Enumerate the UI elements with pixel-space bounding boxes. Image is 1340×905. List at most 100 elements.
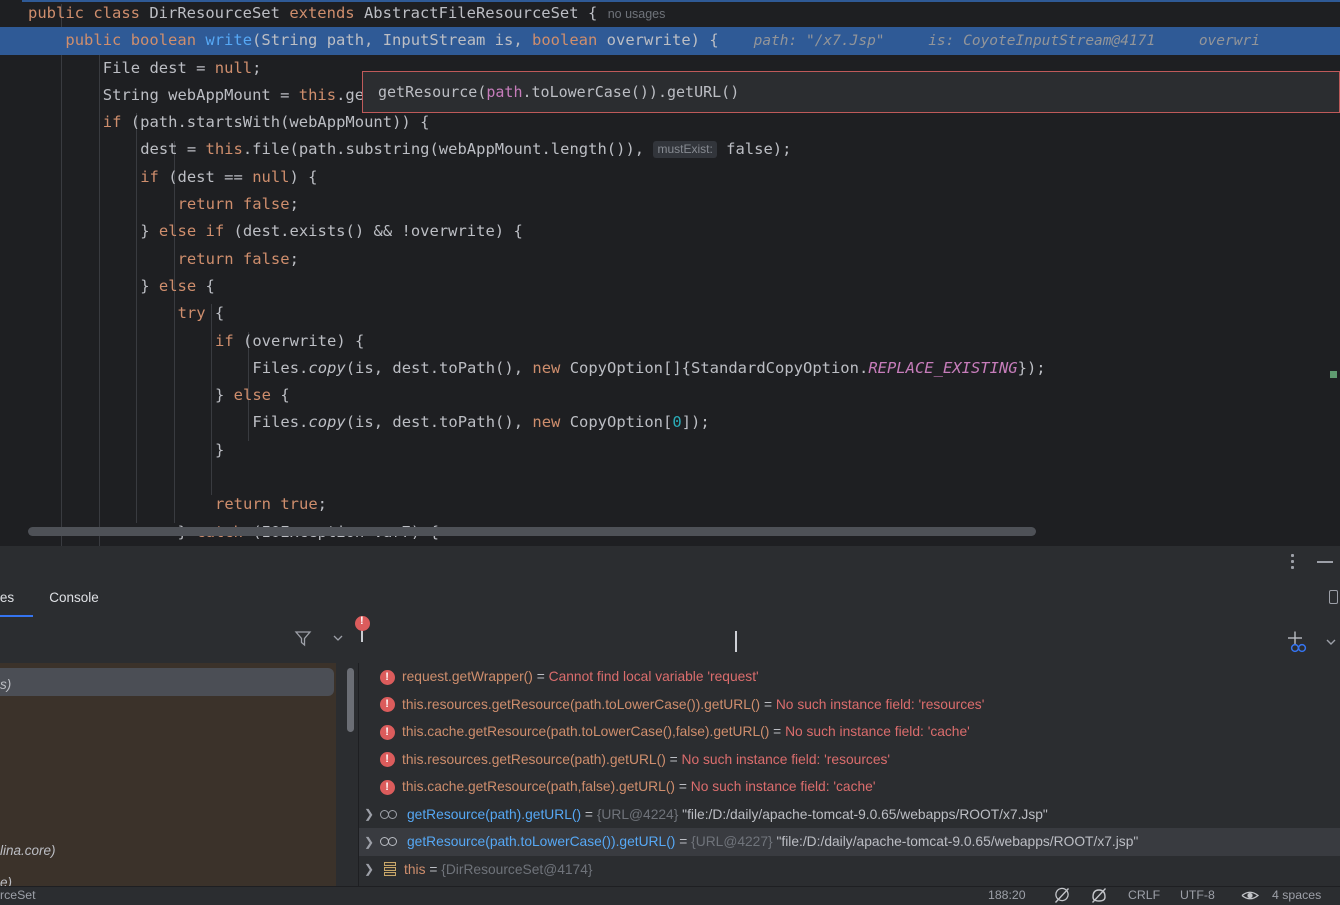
add-watch-icon[interactable] [1285,631,1309,653]
code-line[interactable]: public class DirResourceSet extends Abst… [0,0,1340,27]
code-line[interactable]: } [0,437,1340,464]
layout-settings-icon[interactable] [1329,590,1338,604]
watch-value: No such instance field: 'resources' [775,696,985,712]
code-token: ) { [289,167,318,186]
no-read-only-icon[interactable] [1053,886,1071,905]
frames-panel[interactable]: s) lina.core) e) [0,663,336,886]
code-token: class [93,4,150,22]
arrow-placeholder: ❯ [359,719,379,747]
code-line[interactable]: Files.copy(is, dest.toPath(), new CopyOp… [0,409,1340,436]
filter-icon[interactable] [294,629,312,647]
watch-row[interactable]: ❯ getResource(path).getURL() = {URL@4224}… [359,801,1340,829]
code-token: else [158,276,206,295]
code-line[interactable]: dest = this.file(path.substring(webAppMo… [0,136,1340,163]
code-token: try [177,304,215,323]
watch-row[interactable]: ❯ this.resources.getResource(path.toLower… [359,691,1340,719]
equals-separator: = [675,834,692,849]
watch-row[interactable]: ❯ this.cache.getResource(path,false).getU… [359,773,1340,801]
evaluate-toolbar [0,617,1340,659]
equals-separator: = [769,724,786,739]
code-token: (dest.exists() && !overwrite) { [233,222,523,241]
watch-value: No such instance field: 'resources' [681,751,891,767]
code-line[interactable]: } else { [0,382,1340,409]
arrow-placeholder: ❯ [359,664,379,692]
editor-horizontal-scrollbar[interactable] [28,527,1036,536]
frame-row[interactable]: lina.core) [0,843,56,858]
status-bar: rceSet 188:20 CRLF UTF-8 4 spaces [0,886,1340,905]
code-token: String path, InputStream is, [261,31,533,50]
code-token: if [215,331,243,350]
expand-arrow-icon[interactable]: ❯ [359,829,379,857]
frame-selected-row[interactable] [0,668,334,696]
code-line[interactable]: return false; [0,246,1340,273]
code-line[interactable]: return false; [0,191,1340,218]
equals-separator: = [581,806,597,822]
code-token: } [140,276,159,295]
tab-strip: les Console [0,578,1340,617]
watch-expression-name: request.getWrapper() [402,669,533,684]
inline-debug-hint[interactable]: path: "/x7.Jsp" [719,33,885,49]
watch-row[interactable]: ❯ getResource(path.toLowerCase()).getURL(… [359,828,1340,856]
watch-row[interactable]: ❯ this.cache.getResource(path.toLowerCase… [359,718,1340,746]
watch-row[interactable]: ❯ request.getWrapper() = Cannot find loca… [359,663,1340,691]
error-breakpoint-icon[interactable] [355,615,370,631]
code-line[interactable]: Files.copy(is, dest.toPath(), new CopyOp… [0,355,1340,382]
reader-mode-icon[interactable] [1240,886,1260,905]
frame-row[interactable]: e) [0,875,12,886]
watch-value: Cannot find local variable 'request' [548,669,759,684]
code-line[interactable]: try { [0,300,1340,327]
code-line[interactable]: if (path.startsWith(webAppMount)) { [0,109,1340,136]
code-line[interactable]: } else if (dest.exists() && !overwrite) … [0,218,1340,245]
code-token: public [65,31,131,50]
code-token: { [587,4,598,22]
expand-arrow-icon[interactable]: ❯ [359,801,379,829]
minimize-icon[interactable] [1317,561,1333,563]
expression-history-chevron-icon[interactable] [1326,637,1336,647]
status-caret-position[interactable]: 188:20 [988,886,1026,905]
watches-tree[interactable]: ❯ request.getWrapper() = Cannot find loca… [359,663,1340,886]
code-token: null [214,58,253,77]
arrow-placeholder: ❯ [359,774,379,802]
code-line[interactable]: public boolean write(String path, InputS… [0,27,1340,55]
more-options-icon[interactable] [1291,554,1295,570]
code-line[interactable]: } else { [0,273,1340,300]
code-token: File dest = [102,58,215,77]
code-token: (path.startsWith(webAppMount)) { [130,113,430,132]
frames-vertical-scrollbar[interactable] [347,668,354,732]
error-icon [380,779,395,795]
code-token: DirResourceSet [149,4,290,22]
expand-arrow-icon[interactable]: ❯ [359,856,379,884]
code-token: if [140,167,169,186]
watch-row[interactable]: ❯ this = {DirResourceSet@4174} [359,856,1340,884]
usage-hint[interactable]: no usages [597,7,666,21]
code-token: } [215,440,225,459]
code-line[interactable]: return true; [0,491,1340,518]
code-token: ; [289,249,299,268]
code-token: ]); [681,413,710,432]
code-line[interactable] [0,464,1340,491]
code-token: AbstractFileResourceSet [363,4,588,22]
status-file-label[interactable]: rceSet [0,886,36,905]
code-token: extends [289,4,364,22]
frame-row[interactable]: s) [0,677,11,692]
code-line[interactable]: if (overwrite) { [0,328,1340,355]
no-inspections-icon[interactable] [1090,886,1108,905]
watch-row[interactable]: ❯ this.resources.getResource(path).getURL… [359,746,1340,774]
status-line-separator[interactable]: CRLF [1128,886,1160,905]
code-token: (is, dest.toPath(), [345,413,533,432]
inline-debug-hint[interactable]: is: CoyoteInputStream@4171 [885,33,1155,49]
status-indent[interactable]: 4 spaces [1272,886,1321,905]
object-reference-id: {URL@4227} [691,834,777,849]
tab-console[interactable]: Console [45,578,103,617]
filter-chevron-down-icon[interactable] [333,633,343,643]
status-encoding[interactable]: UTF-8 [1180,886,1215,905]
code-line[interactable]: if (dest == null) { [0,164,1340,191]
code-token: Files. [252,358,309,377]
tab-variables[interactable]: les [0,578,33,617]
code-token: { [280,386,290,405]
editor-marker-stripe[interactable] [1330,371,1337,378]
code-token: this [205,140,243,159]
inline-debug-hint[interactable]: overwri [1155,33,1260,49]
code-token: boolean [130,31,206,50]
expression-token: .toLowerCase()).getURL() [522,83,740,101]
